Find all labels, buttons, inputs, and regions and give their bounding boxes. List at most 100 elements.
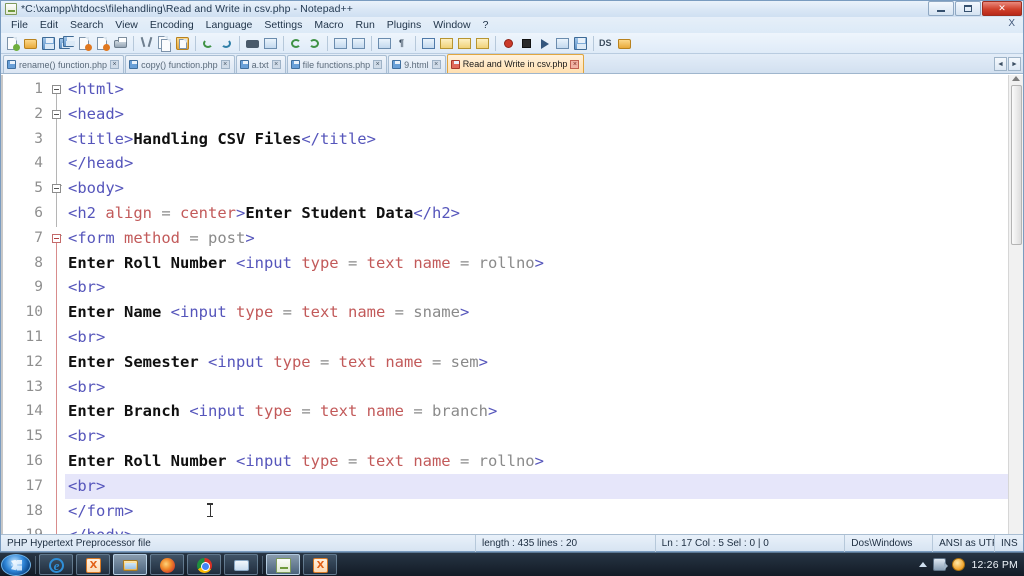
show-hidden-icons-arrow-icon[interactable] (919, 562, 928, 567)
macro-play-icon[interactable] (536, 35, 553, 52)
code-line[interactable]: </form> (65, 499, 1008, 524)
taskbar-item-xampp-second[interactable]: X (303, 554, 337, 575)
code-folding-margin[interactable] (49, 75, 65, 534)
close-button[interactable]: ✕ (982, 1, 1022, 16)
tab-close-icon[interactable]: × (110, 60, 120, 69)
menu-item-language[interactable]: Language (200, 18, 259, 32)
code-line[interactable]: Enter Roll Number <input type = text nam… (65, 251, 1008, 276)
code-line[interactable]: Enter Branch <input type = text name = b… (65, 399, 1008, 424)
indent-guide-icon[interactable] (420, 35, 437, 52)
taskbar-item-explorer-window[interactable] (224, 554, 258, 575)
taskbar-item-internet-explorer[interactable]: e (39, 554, 73, 575)
editor-area[interactable]: 12345678910111213141516171819 <html><hea… (1, 74, 1023, 534)
paste-icon[interactable] (174, 35, 191, 52)
menu-item-file[interactable]: File (5, 18, 34, 32)
code-line[interactable]: </body> (65, 523, 1008, 534)
tab-close-icon[interactable]: × (271, 60, 281, 69)
code-line[interactable]: <br> (65, 424, 1008, 449)
fold-marker-line-5[interactable] (52, 184, 61, 193)
minimize-button[interactable] (928, 1, 954, 16)
code-line[interactable]: Enter Roll Number <input type = text nam… (65, 449, 1008, 474)
cut-icon[interactable] (138, 35, 155, 52)
macro-stop-icon[interactable] (518, 35, 535, 52)
macro-run-multiple-icon[interactable] (554, 35, 571, 52)
tab-close-icon[interactable]: × (431, 60, 441, 69)
redo-icon[interactable] (218, 35, 235, 52)
new-file-icon[interactable] (4, 35, 21, 52)
code-line[interactable]: <head> (65, 102, 1008, 127)
code-line[interactable]: <br> (65, 473, 1008, 499)
fold-marker-line-2[interactable] (52, 110, 61, 119)
code-line[interactable]: <body> (65, 176, 1008, 201)
close-document-icon[interactable]: X (1008, 18, 1015, 29)
tab-close-icon[interactable]: × (220, 60, 230, 69)
close-file-icon[interactable] (76, 35, 93, 52)
document-map-icon[interactable] (456, 35, 473, 52)
zoom-in-icon[interactable] (288, 35, 305, 52)
word-wrap-icon[interactable] (376, 35, 393, 52)
fold-marker-line-7[interactable] (52, 234, 61, 243)
sync-vertical-scroll-icon[interactable] (332, 35, 349, 52)
tab-copy-function-php[interactable]: copy() function.php × (125, 55, 235, 73)
macro-record-icon[interactable] (500, 35, 517, 52)
menu-item-run[interactable]: Run (350, 18, 381, 32)
tab-close-icon[interactable]: × (373, 60, 383, 69)
menu-item-encoding[interactable]: Encoding (144, 18, 200, 32)
menu-item-search[interactable]: Search (64, 18, 109, 32)
vertical-scrollbar[interactable] (1008, 75, 1023, 534)
show-all-characters-icon[interactable]: ¶ (394, 35, 411, 52)
menu-item-edit[interactable]: Edit (34, 18, 64, 32)
macro-save-icon[interactable] (572, 35, 589, 52)
folder-icon[interactable] (616, 35, 633, 52)
code-line[interactable]: <br> (65, 275, 1008, 300)
function-list-icon[interactable] (474, 35, 491, 52)
ds-icon[interactable]: DS (598, 35, 615, 52)
network-icon[interactable] (933, 558, 949, 571)
menu-item-window[interactable]: Window (427, 18, 476, 32)
menu-item-view[interactable]: View (109, 18, 144, 32)
tab-scroll-left-button[interactable]: ◄ (994, 57, 1007, 71)
taskbar-item-xampp[interactable]: X (76, 554, 110, 575)
tab-read-and-write-in-csv-php[interactable]: Read and Write in csv.php × (446, 54, 585, 73)
open-file-icon[interactable] (22, 35, 39, 52)
taskbar-item-chrome[interactable] (187, 554, 221, 575)
replace-icon[interactable] (262, 35, 279, 52)
taskbar-clock[interactable]: 12:26 PM (971, 559, 1018, 571)
print-icon[interactable] (112, 35, 129, 52)
fold-marker-line-1[interactable] (52, 85, 61, 94)
code-line[interactable]: <form method = post> (65, 226, 1008, 251)
tab-a-txt[interactable]: a.txt × (235, 55, 286, 73)
tab-scroll-right-button[interactable]: ► (1008, 57, 1021, 71)
user-defined-dialog-icon[interactable] (438, 35, 455, 52)
code-line[interactable]: <title>Handling CSV Files</title> (65, 127, 1008, 152)
save-icon[interactable] (40, 35, 57, 52)
taskbar-item-firefox[interactable] (150, 554, 184, 575)
undo-icon[interactable] (200, 35, 217, 52)
code-line[interactable]: <h2 align = center>Enter Student Data</h… (65, 201, 1008, 226)
code-text[interactable]: <html> <head> <title>Handling CSV Files</t… (65, 75, 1008, 534)
menu-item-help[interactable]: ? (477, 18, 495, 32)
tab-rename-function-php[interactable]: rename() function.php × (3, 55, 125, 73)
menu-item-plugins[interactable]: Plugins (381, 18, 427, 32)
code-line[interactable]: </head> (65, 151, 1008, 176)
code-line[interactable]: Enter Semester <input type = text name =… (65, 350, 1008, 375)
restore-button[interactable] (955, 1, 981, 16)
sync-horizontal-scroll-icon[interactable] (350, 35, 367, 52)
code-line[interactable]: <html> (65, 77, 1008, 102)
tab-close-icon[interactable]: × (570, 59, 580, 69)
vertical-scrollbar-thumb[interactable] (1011, 85, 1022, 245)
code-line[interactable]: <br> (65, 325, 1008, 350)
code-line[interactable]: <br> (65, 375, 1008, 400)
action-center-icon[interactable] (952, 558, 966, 571)
tab-9-html[interactable]: 9.html × (388, 55, 446, 73)
scroll-up-arrow-icon[interactable] (1012, 76, 1020, 81)
tab-file-functions-php[interactable]: file functions.php × (286, 55, 388, 73)
close-all-icon[interactable] (94, 35, 111, 52)
taskbar-item-notepad-plus-plus[interactable] (266, 554, 300, 575)
save-all-icon[interactable] (58, 35, 75, 52)
zoom-out-icon[interactable] (306, 35, 323, 52)
start-button[interactable] (1, 553, 31, 576)
menu-item-settings[interactable]: Settings (258, 18, 308, 32)
menu-item-macro[interactable]: Macro (308, 18, 349, 32)
copy-icon[interactable] (156, 35, 173, 52)
